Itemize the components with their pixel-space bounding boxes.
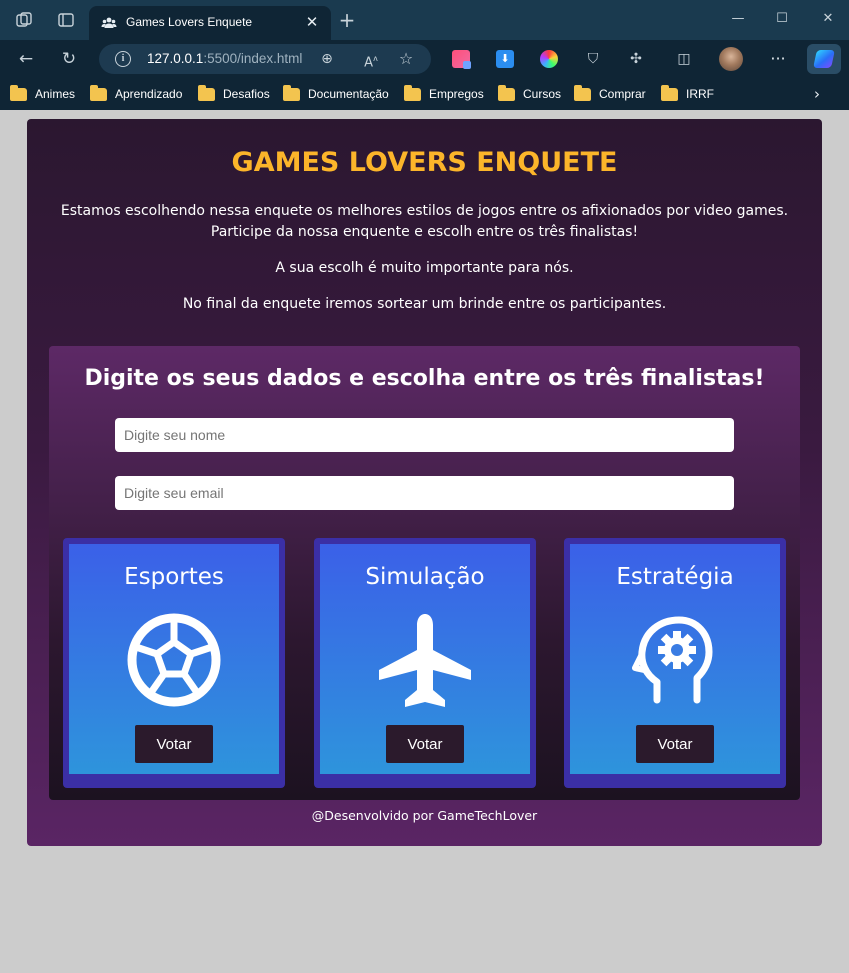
- option-name: Estratégia: [616, 564, 734, 590]
- bookmark-label: IRRF: [686, 87, 714, 101]
- favorite-star-icon[interactable]: ☆: [396, 49, 416, 69]
- folder-icon: [574, 84, 591, 101]
- close-icon[interactable]: ✕: [303, 13, 321, 31]
- maximize-icon[interactable]: ☐: [771, 9, 793, 29]
- footer-credit: @Desenvolvido por GameTechLover: [311, 808, 538, 823]
- folder-icon: [404, 84, 421, 101]
- site-info-icon[interactable]: i: [115, 51, 131, 67]
- bookmark-label: Animes: [35, 87, 76, 101]
- bookmark-desafios[interactable]: Desafios: [198, 83, 270, 105]
- download-icon[interactable]: ⬇: [496, 50, 514, 68]
- intro-line-2: Participe da nossa enquente e escolh ent…: [210, 224, 639, 240]
- folder-icon: [10, 84, 27, 101]
- page-title: GAMES LOVERS ENQUETE: [231, 147, 618, 178]
- poll-card: GAMES LOVERS ENQUETE Estamos escolhendo …: [27, 119, 822, 846]
- folder-icon: [498, 84, 515, 101]
- option-panel: Estratégia Votar: [570, 544, 780, 774]
- browser-tabstrip: Games Lovers Enquete ✕ + — ☐ ✕: [0, 0, 849, 40]
- bookmark-cursos[interactable]: Cursos: [498, 83, 561, 105]
- read-aloud-icon[interactable]: Aʌ: [361, 49, 381, 70]
- browser-toolbar: ← ↻ i 127.0.0.1:5500/index.html ⊕ Aʌ ☆ ⬇…: [0, 40, 849, 78]
- soccer-ball-icon: [126, 612, 222, 708]
- bookmark-label: Comprar: [599, 87, 646, 101]
- intro-line-3: A sua escolh é muito importante para nós…: [275, 260, 574, 276]
- option-name: Esportes: [124, 564, 224, 590]
- bookmark-label: Documentação: [308, 87, 389, 101]
- intro-line-1: Estamos escolhendo nessa enquete os melh…: [60, 203, 789, 219]
- team-favicon-icon: [101, 15, 117, 31]
- bookmark-label: Cursos: [523, 87, 562, 101]
- zoom-icon[interactable]: ⊕: [317, 49, 337, 69]
- bookmark-aprendizado[interactable]: Aprendizado: [90, 83, 182, 105]
- option-panel: Esportes Votar: [69, 544, 279, 774]
- folder-icon: [90, 84, 107, 101]
- refresh-icon[interactable]: ↻: [58, 48, 80, 70]
- tab-actions-icon[interactable]: [56, 10, 76, 30]
- option-name: Simulação: [365, 564, 485, 590]
- bookmark-empregos[interactable]: Empregos: [404, 83, 484, 105]
- back-icon[interactable]: ←: [15, 48, 37, 70]
- vote-button-estrategia[interactable]: Votar: [636, 725, 714, 763]
- puzzle-icon[interactable]: ✣: [627, 50, 645, 68]
- airplane-icon: [377, 612, 473, 708]
- copilot-icon[interactable]: [807, 44, 841, 74]
- email-input[interactable]: [115, 476, 734, 510]
- workspaces-icon[interactable]: [14, 10, 34, 30]
- profile-avatar[interactable]: [719, 47, 743, 71]
- bookmark-label: Empregos: [429, 87, 484, 101]
- more-icon[interactable]: ···: [767, 48, 789, 70]
- bookmarks-bar: Animes Aprendizado Desafios Documentação…: [0, 78, 849, 110]
- address-url[interactable]: 127.0.0.1:5500/index.html: [147, 51, 302, 66]
- form-title: Digite os seus dados e escolha entre os …: [84, 366, 765, 391]
- chevron-right-icon[interactable]: ›: [807, 83, 827, 105]
- option-card-simulacao: Simulação Votar: [314, 538, 536, 788]
- bookmark-label: Aprendizado: [115, 87, 183, 101]
- folder-icon: [661, 84, 678, 101]
- browser-tab[interactable]: Games Lovers Enquete ✕: [89, 6, 331, 40]
- bookmark-comprar[interactable]: Comprar: [574, 83, 646, 105]
- window-close-icon[interactable]: ✕: [817, 9, 839, 29]
- option-panel: Simulação Votar: [320, 544, 530, 774]
- split-screen-icon[interactable]: ◫: [675, 50, 693, 68]
- new-tab-icon[interactable]: +: [336, 9, 358, 31]
- name-input[interactable]: [115, 418, 734, 452]
- option-card-estrategia: Estratégia Votar: [564, 538, 786, 788]
- address-bar[interactable]: i 127.0.0.1:5500/index.html ⊕ Aʌ ☆: [99, 44, 431, 74]
- color-wheel-icon[interactable]: [540, 50, 558, 68]
- url-host: 127.0.0.1: [147, 51, 204, 66]
- vote-button-simulacao[interactable]: Votar: [386, 725, 464, 763]
- intro-line-4: No final da enquete iremos sortear um br…: [182, 296, 667, 312]
- bookmark-animes[interactable]: Animes: [10, 83, 75, 105]
- minimize-icon[interactable]: —: [727, 9, 749, 29]
- option-card-esportes: Esportes Votar: [63, 538, 285, 788]
- folder-icon: [198, 84, 215, 101]
- url-path: :5500/index.html: [203, 51, 303, 66]
- shield-icon[interactable]: ⛉: [584, 50, 602, 68]
- bookmark-documentacao[interactable]: Documentação: [283, 83, 389, 105]
- bookmark-irrf[interactable]: IRRF: [661, 83, 714, 105]
- extension-icon[interactable]: [452, 50, 471, 69]
- poll-form: Digite os seus dados e escolha entre os …: [49, 346, 800, 800]
- vote-button-esportes[interactable]: Votar: [135, 725, 213, 763]
- head-gear-icon: [627, 612, 723, 708]
- folder-icon: [283, 84, 300, 101]
- bookmark-label: Desafios: [223, 87, 270, 101]
- tab-title: Games Lovers Enquete: [126, 15, 253, 29]
